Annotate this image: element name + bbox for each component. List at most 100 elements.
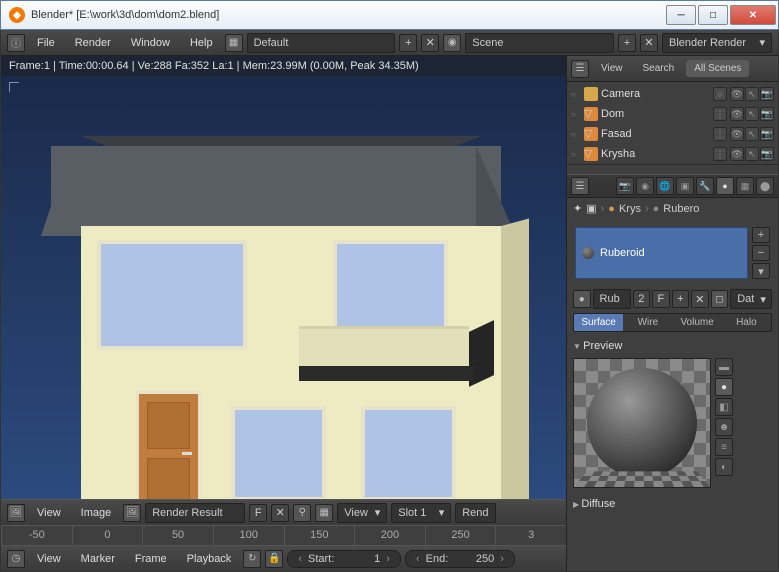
material-users[interactable]: 2 [633, 290, 651, 308]
menu-playback[interactable]: Playback [179, 553, 240, 565]
slot-remove-button[interactable]: − [752, 245, 770, 261]
slot-add-button[interactable]: + [752, 227, 770, 243]
outliner-view[interactable]: View [593, 60, 631, 77]
image-unlink-button[interactable]: ✕ [271, 504, 289, 522]
mesh-icon: ▽ [584, 127, 598, 141]
screen-add-button[interactable]: + [399, 34, 417, 52]
menu-view[interactable]: View [29, 507, 69, 519]
editor-type-icon[interactable]: 🖼 [7, 504, 25, 522]
chevron-down-icon: ▾ [759, 36, 765, 49]
preview-hair-button[interactable]: ≡ [715, 438, 733, 456]
start-frame-input[interactable]: ‹Start:1› [287, 550, 401, 568]
tab-halo: Halo [722, 314, 771, 331]
image-editor-header: 🖼 View Image 🖼 Render Result F ✕ ⚲ ▦ Vie… [1, 499, 566, 525]
pass-dd[interactable]: Rend [455, 503, 495, 523]
editor-type-icon[interactable]: ◷ [7, 550, 25, 568]
slot-dd[interactable]: Slot 1▾ [391, 503, 451, 523]
window-title: Blender* [E:\work\3d\dom\dom2.blend] [31, 9, 664, 21]
preview-sphere-button[interactable]: ● [715, 378, 733, 396]
outliner-header: ☰ View Search All Scenes [567, 56, 778, 82]
panel-preview-header[interactable]: Preview [573, 338, 772, 354]
tab-render[interactable]: 📷 [616, 177, 634, 195]
menu-view[interactable]: View [29, 553, 69, 565]
menu-frame[interactable]: Frame [127, 553, 175, 565]
properties-header: ☰ 📷 ◉ 🌐 ▣ 🔧 ● ▦ ⬤ [567, 174, 778, 198]
camera-icon [584, 87, 598, 101]
editor-type-icon[interactable]: ☰ [571, 60, 589, 78]
material-new-button[interactable]: + [672, 290, 690, 308]
outliner-mode-dd[interactable]: All Scenes [686, 60, 749, 77]
tab-surface: Surface [574, 314, 623, 331]
slot-menu-button[interactable]: ▾ [752, 263, 770, 279]
maximize-button[interactable]: □ [698, 5, 728, 25]
uv-icon[interactable]: ▦ [315, 504, 333, 522]
render-engine-dd[interactable]: Blender Render▾ [662, 33, 772, 53]
render-viewport[interactable] [1, 76, 566, 499]
lock-icon[interactable]: 🔒 [265, 550, 283, 568]
image-browse-icon[interactable]: 🖼 [123, 504, 141, 522]
material-fakeuser[interactable]: F [652, 290, 670, 308]
tab-physics[interactable]: ⬤ [756, 177, 774, 195]
preview-cube-button[interactable]: ◧ [715, 398, 733, 416]
view-mode-dd[interactable]: View▾ [337, 503, 387, 523]
render-icon: 📷 [760, 87, 774, 101]
menu-image[interactable]: Image [73, 507, 120, 519]
editor-type-icon[interactable]: ⓘ [7, 34, 25, 52]
pin-icon[interactable]: ⚲ [293, 504, 311, 522]
scene-add-button[interactable]: + [618, 34, 636, 52]
shading-type-tabs[interactable]: Surface Wire Volume Halo [573, 313, 772, 332]
screen-del-button[interactable]: ✕ [421, 34, 439, 52]
timeline-header: ◷ View Marker Frame Playback ↻ 🔒 ‹Start:… [1, 545, 566, 571]
end-frame-input[interactable]: ‹End:250› [405, 550, 515, 568]
sync-icon[interactable]: ↻ [243, 550, 261, 568]
tab-modifiers[interactable]: 🔧 [696, 177, 714, 195]
menu-file[interactable]: File [29, 37, 63, 49]
menu-window[interactable]: Window [123, 37, 178, 49]
cube-icon: ▣ [586, 202, 596, 215]
preview-monkey-button[interactable]: ☻ [715, 418, 733, 436]
fake-user-button[interactable]: F [249, 504, 267, 522]
material-unlink-button[interactable]: ✕ [691, 290, 709, 308]
material-slot-list[interactable]: Ruberoid + − ▾ [571, 223, 774, 283]
outliner-search[interactable]: Search [635, 60, 683, 77]
tab-scene[interactable]: ◉ [636, 177, 654, 195]
tab-object[interactable]: ▣ [676, 177, 694, 195]
mesh-icon: ▽ [584, 147, 598, 161]
outliner-tree[interactable]: ○Camera○👁↖📷 ○▽Dom⋮👁↖📷 ○▽Fasad⋮👁↖📷 ○▽Krys… [567, 82, 778, 164]
material-link-dd[interactable]: Dat▾ [730, 289, 772, 309]
info-header: ⓘ File Render Window Help ▦ Default + ✕ … [1, 30, 778, 56]
timeline-ruler[interactable]: -500501001502002503 [1, 525, 566, 545]
material-browse-icon[interactable]: ● [573, 290, 591, 308]
panel-diffuse-header[interactable]: Diffuse [573, 496, 772, 512]
preview-flat-button[interactable]: ▬ [715, 358, 733, 376]
rendered-house [51, 146, 501, 499]
scene-browse-icon[interactable]: ◉ [443, 34, 461, 52]
node-icon[interactable]: ◻ [711, 290, 729, 308]
minimize-button[interactable]: ─ [666, 5, 696, 25]
menu-render[interactable]: Render [67, 37, 119, 49]
outliner-item: ○▽Dom⋮👁↖📷 [567, 104, 778, 124]
preview-sky-button[interactable]: ◐ [715, 458, 733, 476]
tab-world[interactable]: 🌐 [656, 177, 674, 195]
eye-icon: 👁 [730, 87, 744, 101]
scene-dd[interactable]: Scene [465, 33, 614, 53]
screen-layout-dd[interactable]: Default [247, 33, 396, 53]
scene-del-button[interactable]: ✕ [640, 34, 658, 52]
screen-browse-icon[interactable]: ▦ [225, 34, 243, 52]
menu-marker[interactable]: Marker [73, 553, 123, 565]
material-name-input[interactable]: Rub [593, 289, 631, 309]
tab-material[interactable]: ● [716, 177, 734, 195]
menu-help[interactable]: Help [182, 37, 221, 49]
material-preview [573, 358, 711, 488]
pin-icon[interactable]: ✦ [573, 202, 582, 215]
blender-icon: ◆ [9, 7, 25, 23]
image-dd[interactable]: Render Result [145, 503, 245, 523]
outliner-item: ○Camera○👁↖📷 [567, 84, 778, 104]
titlebar: ◆ Blender* [E:\work\3d\dom\dom2.blend] ─… [0, 0, 779, 30]
tab-texture[interactable]: ▦ [736, 177, 754, 195]
viewport-corner-icon [9, 82, 19, 92]
outliner-item: ○▽Krysha⋮👁↖📷 [567, 144, 778, 164]
editor-type-icon[interactable]: ☰ [571, 177, 589, 195]
close-button[interactable]: ✕ [730, 5, 776, 25]
material-id-row: ● Rub 2 F + ✕ ◻ Dat▾ [567, 287, 778, 311]
